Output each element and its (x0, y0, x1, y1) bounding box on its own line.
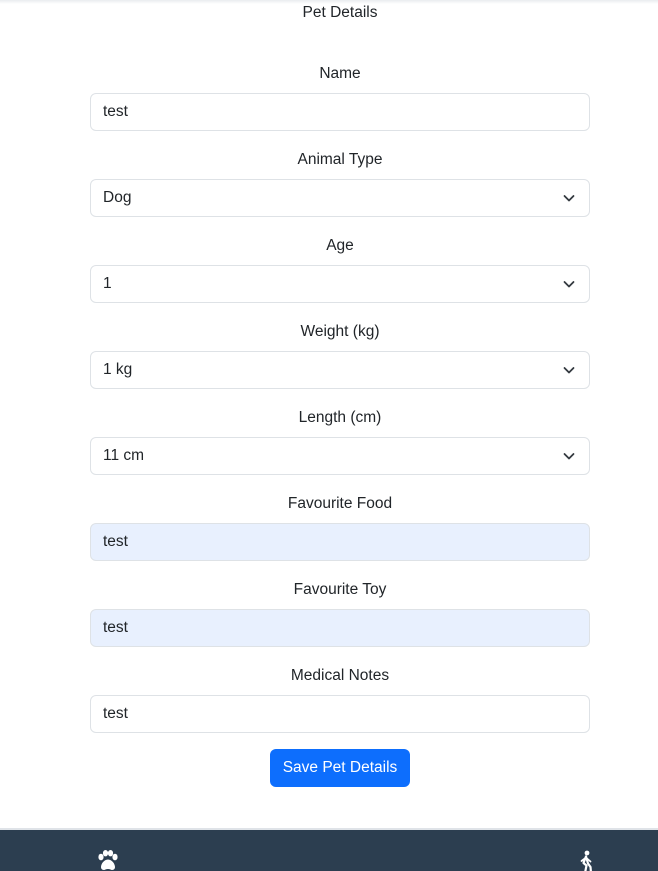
save-pet-details-button[interactable]: Save Pet Details (269, 749, 411, 787)
favourite-toy-label: Favourite Toy (293, 581, 387, 598)
name-input[interactable]: test (90, 93, 590, 131)
field-animal-type: Animal Type Dog (90, 149, 590, 235)
animal-type-select[interactable]: Dog (90, 179, 590, 217)
field-name: Name test (90, 63, 590, 149)
bottom-nav (0, 828, 658, 871)
weight-label: Weight (kg) (300, 323, 380, 340)
field-favourite-food: Favourite Food test (90, 493, 590, 579)
pet-details-form: Name test Animal Type Dog Age 1 Weight (… (90, 63, 590, 751)
field-medical-notes: Medical Notes test (90, 665, 590, 751)
length-select[interactable]: 11 cm (90, 437, 590, 475)
chevron-down-icon (563, 195, 575, 202)
medical-notes-label: Medical Notes (290, 667, 390, 684)
age-value: 1 (103, 275, 112, 292)
favourite-toy-input[interactable]: test (90, 609, 590, 647)
pet-details-page: Pet Details Name test Animal Type Dog Ag… (0, 0, 658, 871)
favourite-food-input[interactable]: test (90, 523, 590, 561)
age-label: Age (326, 237, 354, 254)
chevron-down-icon (563, 281, 575, 288)
favourite-food-label: Favourite Food (287, 495, 393, 512)
name-label: Name (319, 65, 361, 82)
length-label: Length (cm) (298, 409, 382, 426)
page-title: Pet Details (302, 4, 378, 21)
field-weight: Weight (kg) 1 kg (90, 321, 590, 407)
field-length: Length (cm) 11 cm (90, 407, 590, 493)
save-button-wrapper: Save Pet Details (0, 749, 658, 787)
weight-value: 1 kg (103, 361, 133, 378)
field-favourite-toy: Favourite Toy test (90, 579, 590, 665)
animal-type-value: Dog (103, 189, 132, 206)
chevron-down-icon (563, 367, 575, 374)
weight-select[interactable]: 1 kg (90, 351, 590, 389)
walking-icon[interactable] (576, 850, 596, 871)
age-select[interactable]: 1 (90, 265, 590, 303)
length-value: 11 cm (103, 447, 145, 464)
animal-type-label: Animal Type (297, 151, 383, 168)
paw-icon[interactable] (96, 850, 120, 871)
field-age: Age 1 (90, 235, 590, 321)
medical-notes-input[interactable]: test (90, 695, 590, 733)
chevron-down-icon (563, 453, 575, 460)
